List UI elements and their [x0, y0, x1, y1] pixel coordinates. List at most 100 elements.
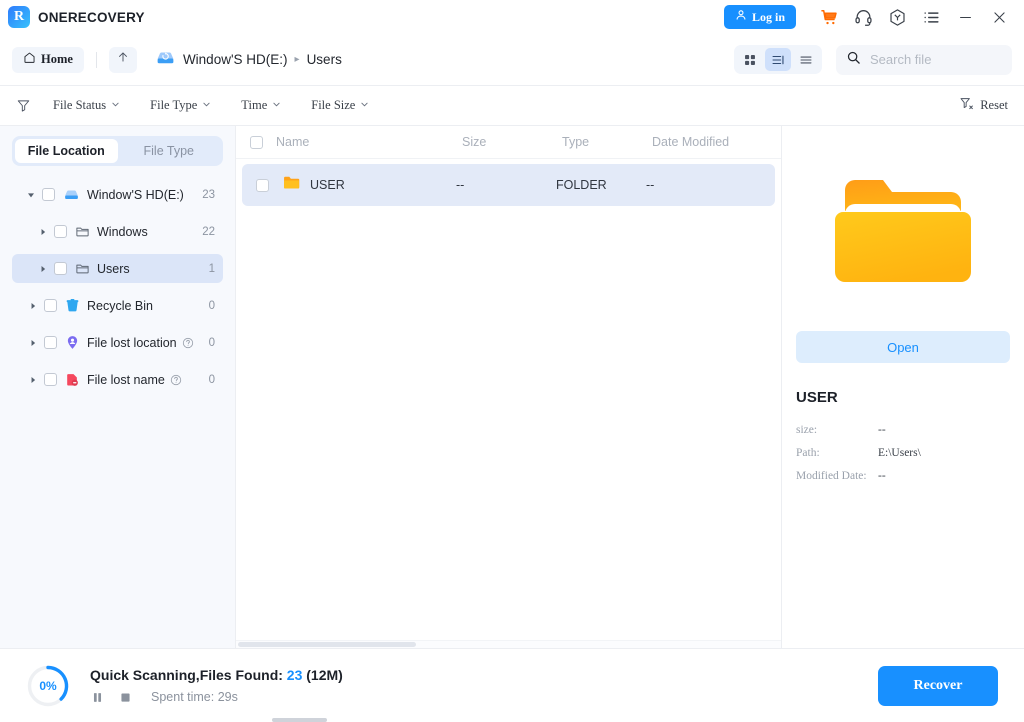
chevron-right-icon[interactable]: [36, 265, 50, 273]
filter-file-type[interactable]: File Type: [150, 98, 211, 113]
tree-item-drive[interactable]: Window'S HD(E:) 23: [12, 180, 223, 209]
tree-checkbox[interactable]: [44, 373, 57, 386]
tree-item-windows-label: Windows: [97, 224, 148, 239]
lost-location-icon: [65, 334, 80, 351]
tree-item-users[interactable]: Users 1: [12, 254, 223, 283]
navigate-up-button[interactable]: [108, 46, 137, 73]
help-circle-icon[interactable]: [182, 337, 194, 349]
tree-item-windows-count: 22: [202, 225, 215, 238]
tab-file-location[interactable]: File Location: [15, 139, 118, 163]
meta-path-key: Path:: [796, 447, 820, 459]
window-resize-handle[interactable]: [272, 718, 327, 722]
folder-outline-icon: [75, 261, 90, 276]
file-list-header: Name Size Type Date Modified: [236, 126, 781, 159]
logo-icon: R: [8, 6, 30, 28]
filter-file-status[interactable]: File Status: [53, 98, 120, 113]
hard-drive-icon: [63, 186, 80, 203]
recycle-bin-icon: [65, 297, 80, 314]
tree-item-users-label: Users: [97, 261, 130, 276]
filter-reset-icon: [959, 96, 974, 115]
row-checkbox-cell: [256, 178, 282, 192]
filter-icon[interactable]: [16, 98, 31, 113]
arrow-up-icon: [116, 50, 130, 69]
filter-file-size-label: File Size: [311, 98, 356, 112]
chevron-right-icon[interactable]: [36, 228, 50, 236]
upgrade-hexagon-icon[interactable]: [880, 0, 914, 34]
tree-item-file-lost-name-label: File lost name: [87, 372, 165, 387]
help-circle-icon[interactable]: [170, 374, 182, 386]
grid-view-button[interactable]: [737, 48, 763, 71]
select-all-checkbox[interactable]: [250, 135, 263, 149]
divider: [95, 51, 97, 68]
tree-checkbox[interactable]: [42, 188, 55, 201]
menu-list-icon[interactable]: [914, 0, 948, 34]
tree-item-file-lost-name[interactable]: File lost name 0: [12, 365, 223, 394]
table-row[interactable]: USER -- FOLDER --: [242, 164, 775, 206]
minimize-icon[interactable]: [948, 0, 982, 34]
filter-time[interactable]: Time: [241, 98, 281, 113]
row-size: --: [456, 178, 465, 192]
tree-checkbox[interactable]: [54, 225, 67, 238]
chevron-right-icon[interactable]: [26, 376, 40, 384]
column-header-type[interactable]: Type: [562, 135, 652, 149]
chevron-right-icon[interactable]: [26, 302, 40, 310]
chevron-expanded-icon[interactable]: [24, 191, 38, 199]
files-found-size: (12M): [306, 666, 343, 683]
tree-checkbox[interactable]: [44, 299, 57, 312]
reset-label: Reset: [980, 98, 1008, 112]
headset-icon[interactable]: [846, 0, 880, 34]
files-found-count: 23: [286, 666, 303, 683]
preview-title: USER: [796, 389, 838, 406]
preview-panel: Open USER size: -- Path: E:\Users\ Modif…: [782, 126, 1024, 648]
meta-modified-date: Modified Date: --: [796, 470, 1010, 482]
detail-view-button[interactable]: [765, 48, 791, 71]
breadcrumb: Window'S HD(E:) ▸ Users: [155, 47, 342, 73]
meta-modified-date-value: --: [878, 470, 886, 482]
breadcrumb-item-drive[interactable]: Window'S HD(E:): [183, 52, 288, 67]
recover-button[interactable]: Recover: [878, 665, 998, 706]
meta-path-value: E:\Users\: [878, 447, 921, 459]
search-box[interactable]: [836, 44, 1012, 75]
tree-checkbox[interactable]: [54, 262, 67, 275]
chevron-down-icon: [111, 100, 120, 111]
list-view-button[interactable]: [793, 48, 819, 71]
horizontal-scrollbar[interactable]: [236, 640, 781, 648]
search-input[interactable]: [870, 52, 1002, 67]
titlebar-actions: Log in: [723, 0, 1024, 34]
horizontal-scrollbar-thumb[interactable]: [238, 642, 416, 647]
cart-icon[interactable]: [812, 0, 846, 34]
column-header-size[interactable]: Size: [462, 135, 562, 149]
tree-item-drive-label: Window'S HD(E:): [87, 187, 184, 202]
status-bar: 0% Quick Scanning,Files Found: 23 (12M): [0, 648, 1024, 722]
column-header-date-modified[interactable]: Date Modified: [652, 135, 767, 149]
row-name-cell: USER: [282, 173, 456, 197]
pause-icon[interactable]: [90, 690, 105, 705]
open-button[interactable]: Open: [796, 331, 1010, 363]
tree-item-recycle-bin-count: 0: [208, 299, 215, 312]
app-logo: R ONERECOVERY: [0, 6, 145, 28]
chevron-down-icon: [272, 100, 281, 111]
reset-filters-button[interactable]: Reset: [959, 96, 1008, 115]
column-header-name[interactable]: Name: [276, 135, 462, 149]
tree-checkbox[interactable]: [44, 336, 57, 349]
tab-file-type[interactable]: File Type: [118, 139, 221, 163]
scan-status-label: Quick Scanning,Files Found:: [90, 666, 283, 683]
row-type: FOLDER: [556, 178, 607, 192]
tree-item-users-count: 1: [208, 262, 215, 275]
home-button[interactable]: Home: [12, 46, 84, 73]
filter-file-type-label: File Type: [150, 98, 198, 112]
folder-outline-icon: [75, 224, 90, 239]
meta-size-value: --: [878, 424, 886, 436]
login-button[interactable]: Log in: [723, 5, 796, 29]
filter-bar: File Status File Type Time File Size Res…: [0, 86, 1024, 126]
row-checkbox[interactable]: [256, 178, 269, 192]
tree-item-file-lost-location[interactable]: File lost location 0: [12, 328, 223, 357]
chevron-right-icon[interactable]: [26, 339, 40, 347]
stop-icon[interactable]: [118, 690, 133, 705]
close-icon[interactable]: [982, 0, 1016, 34]
tree-item-file-lost-name-count: 0: [208, 373, 215, 386]
breadcrumb-item-users[interactable]: Users: [307, 52, 342, 67]
filter-file-size[interactable]: File Size: [311, 98, 369, 113]
tree-item-recycle-bin[interactable]: Recycle Bin 0: [12, 291, 223, 320]
tree-item-windows[interactable]: Windows 22: [12, 217, 223, 246]
